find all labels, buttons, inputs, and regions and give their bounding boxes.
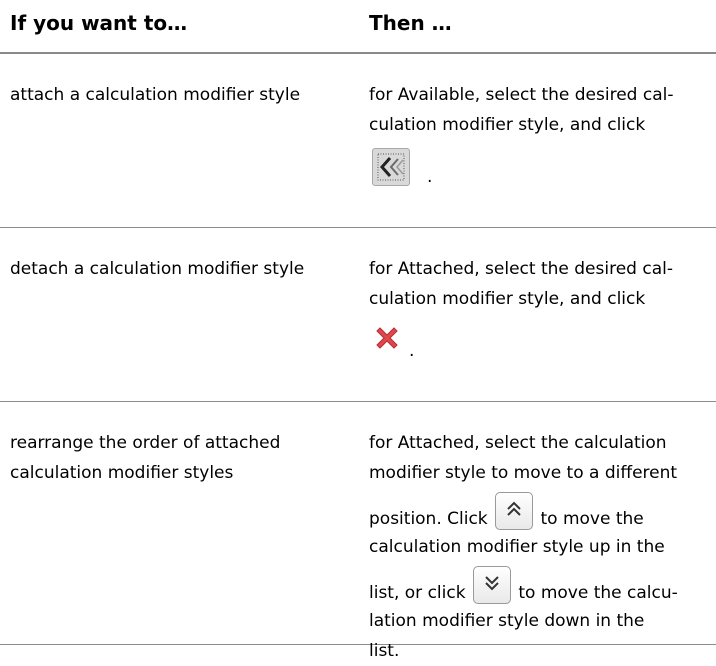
instruction-line: list, or click to move the calcu- [369,566,709,606]
action-cell: detach a calculation modifier style [10,254,350,284]
instruction-line: calculation modifier style up in the [369,537,665,557]
period-text: . [427,167,433,187]
period-text: . [409,341,415,361]
instruction-line: list. [369,641,400,661]
instruction-text: list, or click [369,583,466,603]
action-text: rearrange the order of attached [10,433,281,453]
instruction-line: for Available, select the desired cal- [369,85,674,105]
action-cell: attach a calculation modifier style [10,80,350,110]
action-text: attach a calculation modifier style [10,85,301,105]
instruction-cell: for Attached, select the desired cal- cu… [369,254,709,366]
icon-line: . [369,140,709,192]
instruction-line: position. Click to move the [369,492,709,532]
action-text: calculation modifier styles [10,463,234,483]
action-cell: rearrange the order of attached calculat… [10,428,350,488]
action-text: detach a calculation modifier style [10,259,305,279]
header-then: Then … [369,11,452,35]
icon-line: . [369,314,709,366]
instruction-line: for Attached, select the calculation [369,433,667,453]
table-row: detach a calculation modifier style for … [0,228,716,402]
instruction-line: for Attached, select the desired cal- [369,259,673,279]
detach-style-icon [373,324,401,352]
move-down-icon [472,566,511,604]
table-header: If you want to… Then … [0,0,716,54]
header-if-you-want-to: If you want to… [10,11,188,35]
attach-style-icon [372,148,410,186]
instruction-line: culation modifier style, and click [369,115,646,135]
instruction-text: to move the calcu- [518,583,678,603]
move-up-icon [495,492,534,530]
instruction-cell: for Attached, select the calculation mod… [369,428,709,666]
instruction-table: If you want to… Then … attach a calculat… [0,0,716,661]
instruction-line: culation modifier style, and click [369,289,646,309]
table-row: rearrange the order of attached calculat… [0,402,716,661]
table-row: attach a calculation modifier style for … [0,54,716,228]
instruction-text: position. Click [369,509,488,529]
instruction-text: to move the [540,509,644,529]
instruction-line: lation modifier style down in the [369,611,645,631]
instruction-cell: for Available, select the desired cal- c… [369,80,709,192]
instruction-line: modifier style to move to a different [369,463,678,483]
